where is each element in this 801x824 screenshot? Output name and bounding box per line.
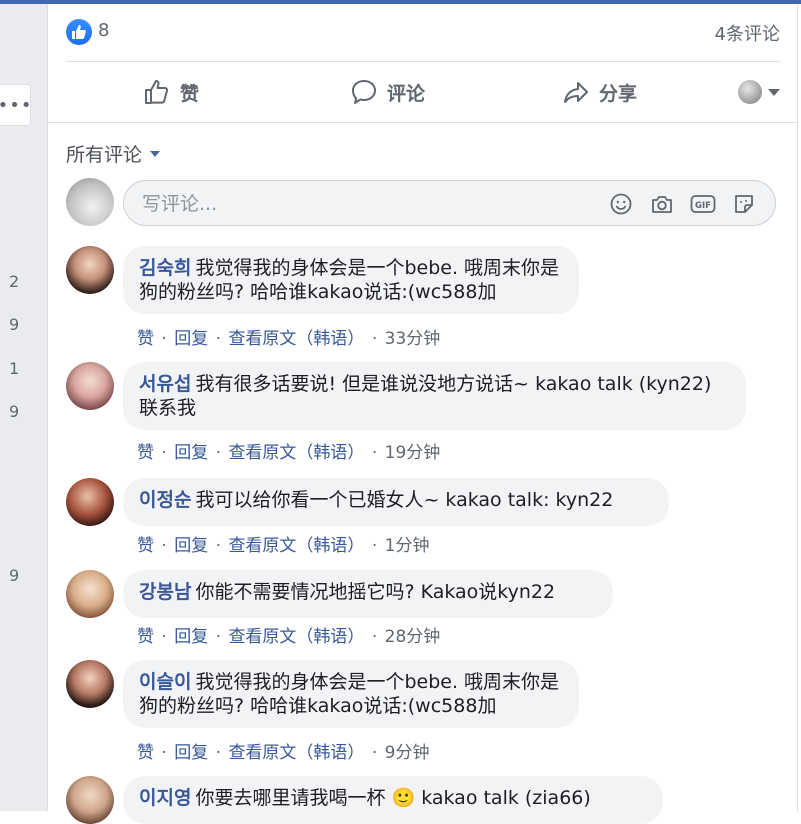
comment-bubble: 이지영 你要去哪里请我喝一杯 🙂 kakao talk (zia66) [123,776,663,824]
see-original-link[interactable]: 查看原文（韩语） [228,743,364,763]
comment-text: 你能不需要情况地摇它吗? Kakao说kyn22 [195,581,556,603]
reply-link[interactable]: 回复 [174,536,208,556]
share-arrow-icon [564,82,588,103]
like-link[interactable]: 赞 [137,743,154,763]
comment-filter-dropdown[interactable]: 所有评论 [66,140,161,167]
side-number: 1 [9,359,20,378]
camera-icon[interactable] [649,191,675,217]
comment-filter-label: 所有评论 [66,144,143,166]
like-link[interactable]: 赞 [137,627,154,647]
avatar [738,80,762,104]
speech-bubble-icon [352,80,376,104]
avatar[interactable] [66,478,114,526]
svg-text:GIF: GIF [695,201,711,211]
see-original-link[interactable]: 查看原文（韩语） [228,443,364,463]
comment-author[interactable]: 서유섭 [139,373,191,395]
see-original-link[interactable]: 查看原文（韩语） [228,627,364,647]
comment-actions: 赞 · 回复 · 查看原文（韩语） · 19分钟 [137,443,441,463]
sticker-icon[interactable] [731,191,757,217]
comment-actions: 赞 · 回复 · 查看原文（韩语） · 28分钟 [137,627,441,647]
comment-actions: 赞 · 回复 · 查看原文（韩语） · 33分钟 [137,329,441,349]
side-number: 9 [9,315,20,334]
divider [48,122,797,123]
comment-input-box[interactable]: GIF [123,180,776,226]
emoji-icon[interactable] [608,191,634,217]
comment-text: 我有很多话要说! 但是谁说没地方说话~ kakao talk (kyn22)联系… [139,373,712,419]
like-link[interactable]: 赞 [137,536,154,556]
like-link[interactable]: 赞 [137,443,154,463]
comment-author[interactable]: 이슬이 [139,671,191,693]
action-bar: 赞 评论 分享 [66,62,780,122]
comment-text: 我觉得我的身体会是一个bebe. 哦周末你是狗的粉丝吗? 哈哈谁kakao说话:… [139,257,560,303]
comment-bubble: 서유섭 我有很多话要说! 但是谁说没地方说话~ kakao talk (kyn22… [123,362,746,430]
share-button-label: 分享 [599,82,638,105]
like-link[interactable]: 赞 [137,329,154,349]
post-as-selector[interactable] [738,80,780,104]
comment-time[interactable]: 28分钟 [385,627,441,647]
side-number: 9 [9,402,20,421]
see-original-link[interactable]: 查看原文（韩语） [228,329,364,349]
see-original-link[interactable]: 查看原文（韩语） [228,536,364,556]
comment-text: 你要去哪里请我喝一杯 🙂 kakao talk (zia66) [195,787,591,809]
comment-text: 我觉得我的身体会是一个bebe. 哦周末你是狗的粉丝吗? 哈哈谁kakao说话:… [139,671,560,717]
comment-time[interactable]: 33分钟 [385,329,441,349]
comment-author[interactable]: 강봉남 [139,581,191,603]
comment-time[interactable]: 19分钟 [385,443,441,463]
reply-link[interactable]: 回复 [174,329,208,349]
caret-down-icon [768,88,780,96]
more-options-button[interactable]: ••• [0,84,31,126]
avatar[interactable] [66,246,114,294]
comment-bubble: 이정순 我可以给你看一个已婚女人~ kakao talk: kyn22 [123,478,669,526]
like-count[interactable]: 8 [98,20,109,41]
comment-input[interactable] [140,190,574,218]
like-reaction-icon[interactable] [66,19,92,45]
side-number: 2 [9,272,20,291]
caret-down-icon [150,150,161,157]
share-button[interactable]: 分享 [561,76,637,108]
reply-link[interactable]: 回复 [174,443,208,463]
reply-link[interactable]: 回复 [174,743,208,763]
ellipsis-icon: ••• [0,94,33,116]
composer-toolbar: GIF [608,191,757,217]
like-button[interactable]: 赞 [142,76,199,108]
avatar [66,178,114,226]
comment-bubble: 강봉남 你能不需要情况地摇它吗? Kakao说kyn22 [123,570,613,618]
avatar[interactable] [66,362,114,410]
post-panel: 8 4条评论 赞 评论 分享 所有评论 写评论... GIF 김숙희 我觉得我的… [48,4,798,824]
avatar[interactable] [66,776,114,824]
reaction-summary: 8 4条评论 [66,18,780,46]
comment-button[interactable]: 评论 [349,76,425,108]
reply-link[interactable]: 回复 [174,627,208,647]
gif-icon[interactable]: GIF [690,191,716,217]
comment-time[interactable]: 9分钟 [385,743,430,763]
side-number: 9 [9,566,20,585]
comment-actions: 赞 · 回复 · 查看原文（韩语） · 1分钟 [137,536,430,556]
comment-count[interactable]: 4条评论 [715,20,780,46]
comment-author[interactable]: 이정순 [139,489,191,511]
comment-composer: GIF [66,178,780,228]
comment-text: 我可以给你看一个已婚女人~ kakao talk: kyn22 [195,489,614,511]
avatar[interactable] [66,570,114,618]
left-column: ••• 2 9 1 9 9 [0,4,48,811]
comment-author[interactable]: 김숙희 [139,257,191,279]
comment-time[interactable]: 1分钟 [385,536,430,556]
like-button-label: 赞 [180,82,200,105]
comment-bubble: 김숙희 我觉得我的身体会是一个bebe. 哦周末你是狗的粉丝吗? 哈哈谁kakao… [123,246,579,314]
comment-bubble: 이슬이 我觉得我的身体会是一个bebe. 哦周末你是狗的粉丝吗? 哈哈谁kakao… [123,660,579,728]
comment-actions: 赞 · 回复 · 查看原文（韩语） · 9分钟 [137,743,430,763]
avatar[interactable] [66,660,114,708]
comment-author[interactable]: 이지영 [139,787,191,809]
comment-button-label: 评论 [387,82,426,105]
thumbs-up-icon [145,80,169,104]
